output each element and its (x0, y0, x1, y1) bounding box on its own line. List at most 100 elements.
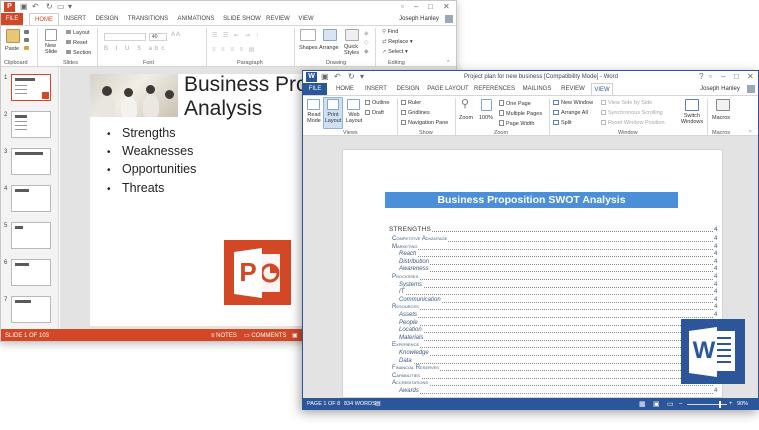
save-icon[interactable]: ▣ (20, 2, 28, 12)
slide-thumbnail-3[interactable] (11, 148, 51, 175)
toc-entry[interactable]: Location4 (343, 327, 724, 335)
redo-icon[interactable]: ↻ (46, 2, 53, 12)
tab-file[interactable]: FILE (1, 13, 23, 25)
proofing-icon[interactable]: ▤ (375, 398, 381, 409)
font-grow-icon[interactable]: A A (171, 32, 180, 38)
toc-entry[interactable]: Materials4 (343, 334, 724, 343)
section-button[interactable]: Section (66, 50, 91, 56)
toc-entry[interactable]: Processes 4 (343, 274, 724, 282)
tab-view[interactable]: VIEW (295, 13, 317, 25)
draft-button[interactable]: Draft (365, 110, 384, 116)
zoom-slider-thumb[interactable] (719, 401, 721, 408)
close-icon[interactable]: ✕ (443, 2, 450, 12)
cut-icon[interactable] (24, 30, 29, 34)
zoom-slider[interactable] (687, 404, 727, 405)
zoom-out-icon[interactable]: – (679, 398, 682, 409)
toc-entry[interactable]: Resources 4 (343, 304, 724, 312)
tab-design[interactable]: DESIGN (93, 13, 121, 25)
account-avatar[interactable] (746, 83, 756, 95)
help-icon[interactable]: ? (699, 72, 703, 82)
quick-styles-button[interactable]: Quick Styles (344, 44, 360, 56)
toc-entry[interactable]: Knowledge4 (343, 350, 724, 358)
ribbon-display-icon[interactable]: ▫ (709, 72, 712, 82)
toc-entry[interactable]: IT 4 (343, 289, 724, 297)
ribbon-display-icon[interactable]: ▫ (401, 2, 404, 12)
document-page[interactable]: STRENGTHS 4 Competitive Advantage 4 Marketin… (342, 149, 723, 398)
find-button[interactable]: ⚲ Find (382, 29, 398, 35)
macros-icon[interactable] (716, 99, 730, 111)
new-slide-button[interactable]: New Slide (45, 43, 61, 55)
minimize-icon[interactable]: – (721, 72, 725, 82)
web-layout-view-icon[interactable]: ▭ (667, 398, 674, 409)
tab-home[interactable]: HOME (29, 13, 59, 25)
tab-view[interactable]: VIEW (591, 83, 613, 95)
multiple-pages-button[interactable]: Multiple Pages (499, 110, 542, 117)
toc-entry[interactable]: STRENGTHS 4 (343, 226, 724, 234)
select-button[interactable]: ➚ Select ▾ (382, 49, 408, 55)
comments-button[interactable]: ▭ COMMENTS (244, 329, 286, 341)
page-count-status[interactable]: PAGE 1 OF 8 (307, 398, 340, 409)
gridlines-checkbox[interactable]: Gridlines (401, 110, 430, 116)
format-painter-icon[interactable] (24, 46, 29, 50)
undo-icon[interactable]: ↶ (334, 72, 341, 82)
tab-home[interactable]: HOME (333, 83, 357, 95)
arrange-icon[interactable] (323, 29, 337, 41)
web-layout-icon[interactable] (347, 99, 360, 110)
paste-icon[interactable] (6, 29, 20, 43)
save-icon[interactable]: ▣ (321, 72, 329, 82)
web-layout-button[interactable]: Web Layout (345, 112, 363, 124)
macros-button[interactable]: Macros (712, 115, 730, 121)
document-heading[interactable]: Business Proposition SWOT Analysis (385, 192, 678, 208)
zoom-button[interactable]: Zoom (459, 115, 473, 121)
print-layout-button[interactable]: Print Layout (324, 112, 342, 124)
slide-thumbnail-1[interactable] (11, 74, 51, 101)
slide-thumbnail-2[interactable] (11, 111, 51, 138)
read-mode-icon[interactable] (307, 99, 320, 110)
replace-button[interactable]: ⇄ Replace ▾ (382, 39, 413, 45)
shapes-button[interactable]: Shapes (299, 45, 318, 51)
switch-windows-icon[interactable] (685, 99, 699, 111)
slide-thumbnail-6[interactable] (11, 259, 51, 286)
account-name[interactable]: Joseph Hanley (395, 13, 443, 25)
shape-format-icons[interactable]: ◈ ◇ ◆ (364, 30, 369, 57)
notes-button[interactable]: ≡ NOTES (211, 329, 237, 341)
tab-design[interactable]: DESIGN (394, 83, 422, 95)
tab-mailings[interactable]: MAILINGS (521, 83, 553, 95)
slide-thumbnail-7[interactable] (11, 296, 51, 323)
view-side-by-side-button[interactable]: View Side by Side (601, 100, 652, 106)
slide-thumbnail-4[interactable] (11, 185, 51, 212)
tab-review[interactable]: REVIEW (560, 83, 586, 95)
tab-file[interactable]: FILE (303, 83, 327, 95)
font-size-box[interactable]: 40 (149, 33, 167, 41)
toc-entry[interactable]: Experience4 (343, 342, 724, 350)
start-from-beginning-icon[interactable]: ▭ (57, 2, 65, 12)
paste-button[interactable]: Paste (5, 46, 19, 52)
zoom-100-button[interactable]: 100% (479, 115, 493, 121)
print-layout-view-icon[interactable]: ▣ (653, 398, 660, 409)
zoom-icon[interactable]: ⚲ (461, 97, 469, 110)
toc-entry[interactable]: Competitive Advantage 4 (343, 236, 724, 244)
toc-entry[interactable]: Distribution 4 (343, 258, 724, 267)
new-window-button[interactable]: New Window (553, 100, 593, 106)
arrange-button[interactable]: Arrange (319, 45, 339, 51)
normal-view-icon[interactable]: ▣ (292, 329, 300, 341)
toc-entry[interactable]: Awards 4 (343, 388, 724, 396)
tab-page-layout[interactable]: PAGE LAYOUT (427, 83, 469, 95)
tab-review[interactable]: REVIEW (265, 13, 291, 25)
outline-button[interactable]: Outline (365, 100, 389, 106)
align-icons[interactable]: ≡ ≡ ≡ ≡ ▤ (212, 46, 256, 53)
toc-entry[interactable]: Assets 4 (343, 312, 724, 320)
font-name-box[interactable] (104, 33, 146, 41)
one-page-button[interactable]: One Page (499, 100, 531, 107)
shapes-icon[interactable] (300, 29, 316, 41)
split-button[interactable]: Split (553, 120, 572, 126)
tab-insert[interactable]: INSERT (62, 13, 88, 25)
quick-styles-icon[interactable] (345, 29, 359, 41)
font-format-icons[interactable]: B I U S abc (104, 46, 167, 52)
undo-icon[interactable]: ↶ (32, 2, 39, 12)
tab-animations[interactable]: ANIMATIONS (174, 13, 218, 25)
toc-entry[interactable]: Financial Reserves4 (343, 365, 724, 373)
page-width-button[interactable]: Page Width (499, 120, 534, 127)
layout-button[interactable]: Layout (66, 30, 90, 36)
navigation-pane-checkbox[interactable]: Navigation Pane (401, 120, 448, 126)
